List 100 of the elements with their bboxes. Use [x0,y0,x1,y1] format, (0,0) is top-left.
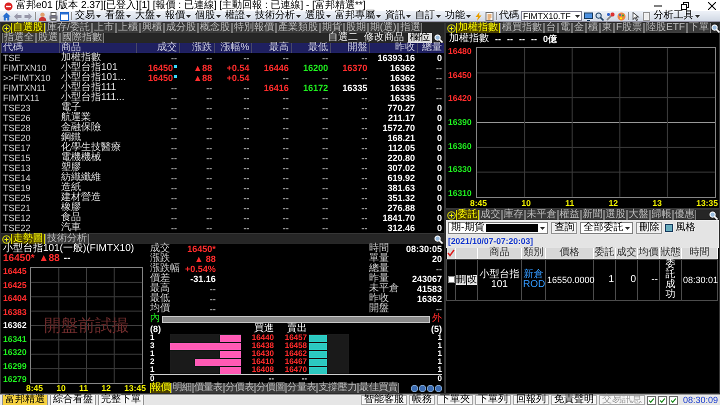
account-dropdown[interactable]: 期-期貨 [448,222,548,234]
tab[interactable]: 指選全 [2,33,36,43]
column-header[interactable]: 總量 [417,43,444,53]
checkbox[interactable] [646,396,656,404]
tab[interactable]: 台 [544,23,558,33]
row-checkbox[interactable] [448,276,455,283]
palette-icon[interactable] [616,12,626,20]
tab[interactable]: 支撐壓力 [317,383,358,393]
status-button[interactable]: 下單夾 [436,395,473,405]
menu-item[interactable]: 功能 [444,11,472,21]
collapse-icon[interactable] [2,24,11,33]
tab[interactable]: 股期 [344,23,368,33]
menu-item[interactable]: 大盤 [134,11,162,21]
tab[interactable]: 富邦精選 [2,395,48,405]
checkbox[interactable] [658,396,667,404]
tab[interactable]: 興櫃 [140,23,164,33]
tab[interactable]: 選股 [604,210,627,220]
tab[interactable]: 優惠 [673,210,696,220]
query-button[interactable]: 查詢 [551,222,578,234]
monitor-icon[interactable] [584,12,593,20]
status-button[interactable]: 免責聲明 [550,395,597,405]
tab[interactable]: 自選股 [11,23,45,33]
tools-icon[interactable] [606,12,615,20]
tab[interactable]: 成交 [479,210,502,220]
column-header[interactable]: 類別 [522,248,546,259]
menu-item[interactable]: 資訊 [384,11,412,21]
menu-item[interactable]: 技術分析 [254,11,302,21]
menu-item[interactable]: 富邦專屬 [334,11,382,21]
column-header[interactable]: 最低 [290,43,330,53]
tab[interactable]: 分價表 [224,383,256,393]
collapse-icon[interactable] [2,235,11,244]
tab[interactable]: F股票 [614,23,644,33]
tab[interactable]: 權益 [558,210,581,220]
document-icon[interactable] [485,12,494,20]
tab[interactable]: 庫存/委託 [45,23,92,33]
column-header[interactable]: 商品 [58,43,136,53]
header-button[interactable]: 欄位 [408,33,432,43]
tab[interactable]: 最佳買賣 [358,383,399,393]
status-button[interactable]: 下單列 [474,395,511,405]
status-button[interactable]: 智能客服 [360,395,407,405]
tab[interactable]: 技術分析 [45,234,89,244]
tab[interactable]: 指選 [398,23,422,33]
tab[interactable]: 櫃買指數 [500,23,544,33]
tab[interactable]: 股選 [36,33,60,43]
menu-item[interactable]: 權證 [224,11,252,21]
tab[interactable]: 明細 [171,383,193,393]
header-button[interactable]: 修改商品 [362,33,406,43]
select-all-header[interactable] [446,248,456,259]
column-header[interactable]: 成交 [136,43,179,53]
search-icon[interactable] [709,211,718,220]
menu-item[interactable]: 報價 [164,11,192,21]
search-icon[interactable] [434,235,443,244]
tab[interactable]: 特別報價 [232,23,276,33]
tab[interactable]: 歸帳 [650,210,673,220]
pointer-icon[interactable] [630,12,640,20]
tab[interactable]: 期貨 [320,23,344,33]
collapse-icon[interactable] [447,24,456,33]
tab[interactable]: 期(選) [368,23,398,33]
column-header[interactable]: 昨收 [369,43,418,53]
tab[interactable]: 上市 [92,23,116,33]
status-button[interactable]: 回報列 [512,395,549,405]
restore-icon[interactable] [681,2,689,10]
tab[interactable]: 下單 [687,23,711,33]
column-header[interactable]: 最高 [251,43,291,53]
tab[interactable]: 委託 [456,210,479,220]
tab[interactable]: 概念股 [198,23,232,33]
column-header[interactable]: 狀態 [660,248,682,259]
column-header[interactable]: 漲跌 [179,43,214,53]
close-icon[interactable] [708,2,716,10]
collapse-icon[interactable] [447,211,456,220]
tab[interactable]: 完整下單 [98,395,144,405]
tab[interactable]: 分價圖 [255,383,286,393]
tab[interactable]: 綜合看盤 [50,395,96,405]
tab[interactable]: 大盤 [627,210,650,220]
tab[interactable]: 分量表 [286,383,318,393]
column-header[interactable]: 成交 [616,248,638,259]
tab[interactable]: 成分股 [164,23,198,33]
tab[interactable]: 新聞 [581,210,604,220]
menu-item[interactable]: 個股 [194,11,222,21]
printer-icon[interactable] [49,12,58,20]
search-icon[interactable] [434,34,443,43]
tab[interactable]: 國際指數 [60,33,104,43]
tab[interactable]: 東 [600,23,614,33]
tab[interactable]: 庫存 [502,210,525,220]
row-action-button[interactable]: 改 [467,274,477,284]
code-field[interactable]: FIMTX10.TF [521,11,582,21]
window-icon[interactable] [60,12,69,20]
menu-item[interactable]: 看盤 [104,11,132,21]
delete-button[interactable]: 刪除 [636,222,662,234]
column-header[interactable]: 時間 [682,248,718,259]
tab[interactable]: 未平倉 [525,210,558,220]
tab[interactable]: 產業類股 [276,23,320,33]
style-button[interactable]: 風格 [665,223,696,233]
filter-dropdown[interactable]: 全部委託 [580,222,634,234]
checkbox[interactable] [668,396,678,404]
column-header[interactable]: 均價 [638,248,660,259]
tab[interactable]: 上櫃 [116,23,140,33]
menu-item[interactable]: 分析工具 [652,11,701,21]
column-header[interactable]: 委託 [594,248,616,259]
tab[interactable]: 陸股ETF [644,23,687,33]
